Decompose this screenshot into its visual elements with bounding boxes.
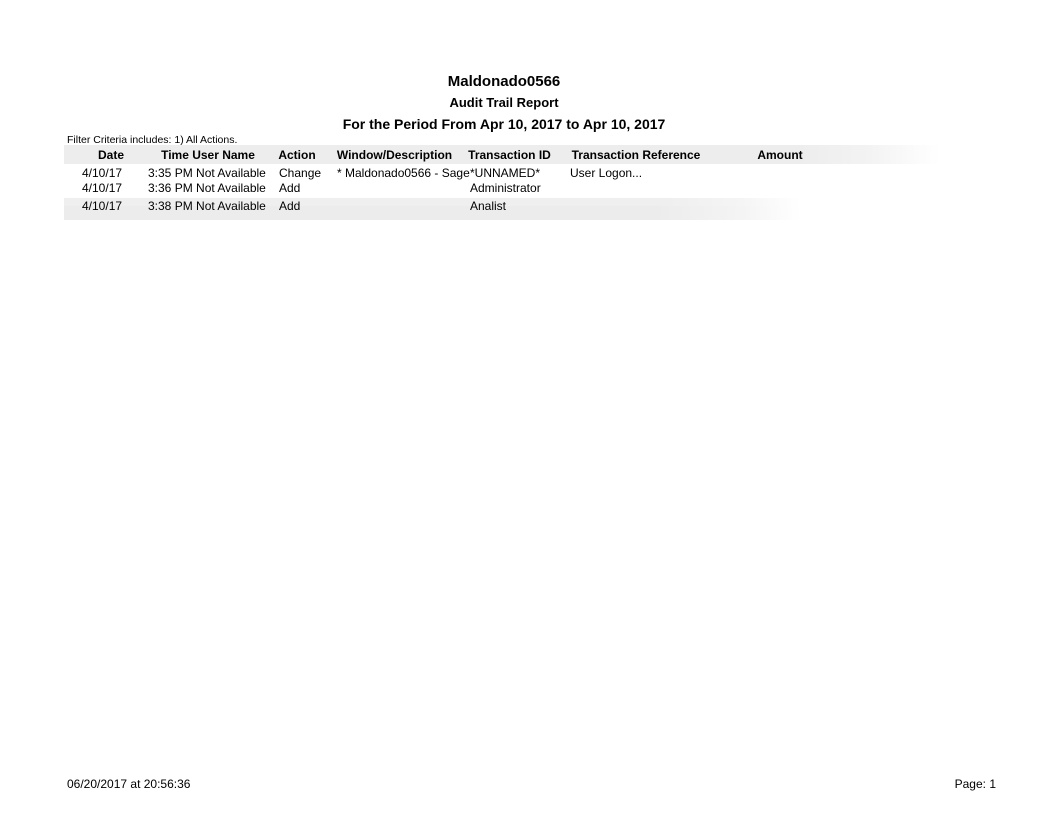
table-row: Analist [470, 199, 507, 213]
table-row: Change [279, 166, 322, 180]
table-row: 4/10/17 [82, 199, 123, 213]
report-generated-timestamp: 06/20/2017 at 20:56:36 [67, 777, 191, 791]
column-header-date: Date [97, 148, 124, 162]
table-row: *UNNAMED* [470, 166, 541, 180]
table-row: 4/10/17 [82, 166, 123, 180]
audit-trail-table: Date Time User Name Action Window/Descri… [0, 0, 1062, 822]
table-row: 3:36 PM Not Available [148, 181, 266, 195]
table-row: 4/10/17 [82, 181, 123, 195]
table-row: Add [279, 199, 301, 213]
page-number: Page: 1 [954, 777, 996, 791]
table-row: 3:38 PM Not Available [148, 199, 266, 213]
table-row: User Logon... [570, 166, 643, 180]
column-header-window-description: Window/Description [336, 148, 453, 162]
column-header-transaction-id: Transaction ID [468, 148, 551, 162]
table-row: Add [279, 181, 301, 195]
column-header-time-user-name: Time User Name [161, 148, 255, 162]
column-header-amount: Amount [757, 148, 803, 162]
table-row: * Maldonado0566 - Sage [337, 166, 470, 180]
column-header-action: Action [278, 148, 316, 162]
table-row: 3:35 PM Not Available [148, 166, 266, 180]
column-header-transaction-reference: Transaction Reference [571, 148, 701, 162]
report-page: Maldonado0566 Audit Trail Report For the… [0, 0, 1062, 822]
table-row: Administrator [470, 181, 541, 195]
